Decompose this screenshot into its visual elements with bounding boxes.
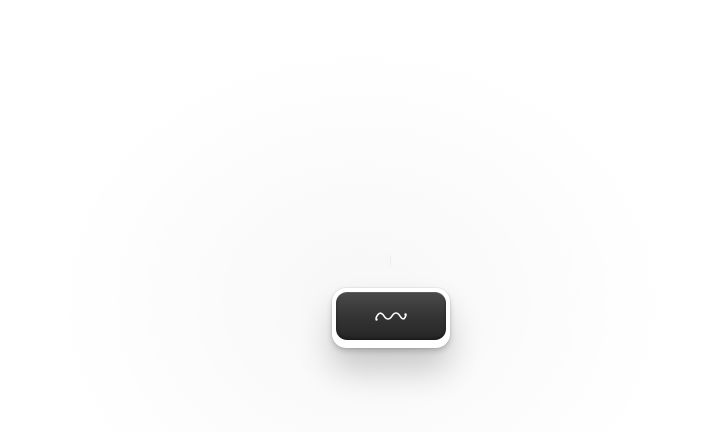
wave-button[interactable] bbox=[336, 292, 446, 340]
wave-icon bbox=[375, 312, 407, 321]
canvas bbox=[0, 0, 724, 432]
divider-line bbox=[390, 252, 391, 270]
wave-button-frame bbox=[332, 288, 450, 348]
